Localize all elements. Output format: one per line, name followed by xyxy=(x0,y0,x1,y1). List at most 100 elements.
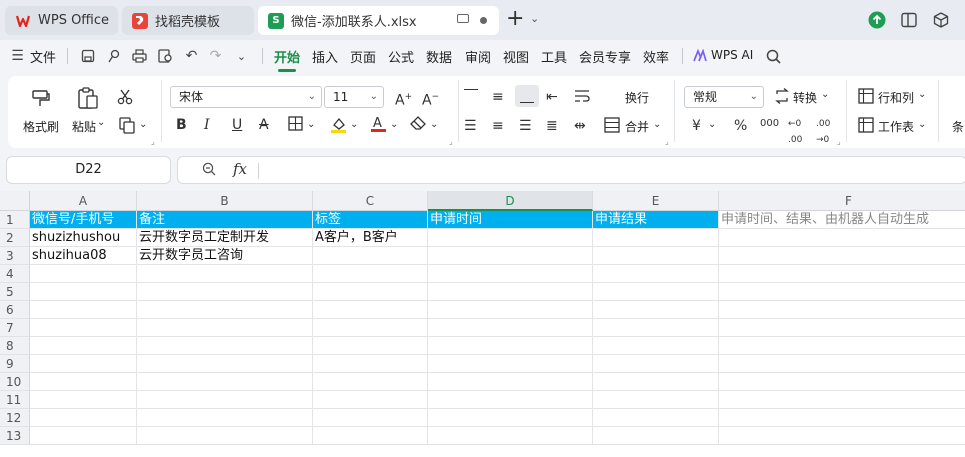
chevron-down-icon[interactable]: ⌄ xyxy=(139,119,147,130)
cell-f12[interactable] xyxy=(719,409,965,427)
cell-e5[interactable] xyxy=(593,283,719,301)
cell-c3[interactable] xyxy=(313,247,428,265)
wrap-label[interactable]: 换行 xyxy=(625,89,649,106)
unsaved-dot-icon[interactable] xyxy=(480,17,487,24)
decrease-font-icon[interactable]: A− xyxy=(422,89,439,109)
cell-b8[interactable] xyxy=(137,337,313,355)
row-header-7[interactable]: 7 xyxy=(0,319,30,337)
cell-b9[interactable] xyxy=(137,355,313,373)
row-header-3[interactable]: 3 xyxy=(0,247,30,265)
undo-icon[interactable]: ↶ xyxy=(184,49,199,64)
select-all-corner[interactable] xyxy=(0,191,30,211)
chevron-down-icon[interactable]: ⌄ xyxy=(918,119,926,130)
font-color-icon[interactable]: A xyxy=(370,115,387,137)
chevron-down-icon[interactable]: ⌄ xyxy=(918,89,926,100)
paste-icon[interactable] xyxy=(76,86,100,113)
cell-d4[interactable] xyxy=(428,265,593,283)
window-icon[interactable] xyxy=(457,14,469,23)
cell-e1[interactable]: 申请结果 xyxy=(593,211,719,229)
cell-f13[interactable] xyxy=(719,427,965,445)
spreadsheet-grid[interactable]: A B C D E F 1 微信号/手机号 备注 标签 申请时间 申请结果 申请时间、结果、由机器人自动… xyxy=(0,191,965,457)
cell-d1[interactable]: 申请时间 xyxy=(428,211,593,229)
copy-icon[interactable] xyxy=(118,116,136,137)
chevron-down-icon[interactable]: ⌄ xyxy=(307,119,315,130)
sidebar-toggle-icon[interactable] xyxy=(900,11,918,29)
cell-e3[interactable] xyxy=(593,247,719,265)
cell-a11[interactable] xyxy=(30,391,137,409)
format-painter-icon[interactable] xyxy=(30,86,52,111)
row-col-icon[interactable] xyxy=(858,88,874,108)
cell-a2[interactable]: shuzizhushou xyxy=(30,229,137,247)
row-header-11[interactable]: 11 xyxy=(0,391,30,409)
menu-home[interactable]: 开始 xyxy=(274,47,300,66)
fill-color-icon[interactable] xyxy=(330,116,347,137)
cell-e12[interactable] xyxy=(593,409,719,427)
print-icon[interactable] xyxy=(132,49,147,64)
export-pdf-icon[interactable] xyxy=(106,49,121,64)
menu-tools[interactable]: 工具 xyxy=(541,47,567,66)
print-preview-icon[interactable] xyxy=(158,49,173,64)
cell-f5[interactable] xyxy=(719,283,965,301)
percent-icon[interactable]: % xyxy=(734,118,747,134)
cell-f3[interactable] xyxy=(719,247,965,265)
row-header-5[interactable]: 5 xyxy=(0,283,30,301)
font-size-select[interactable]: 11 ⌄ xyxy=(324,86,384,108)
cube-icon[interactable] xyxy=(932,11,950,29)
search-icon[interactable] xyxy=(766,49,781,64)
number-format-select[interactable]: 常规 ⌄ xyxy=(684,86,764,108)
menu-data[interactable]: 数据 xyxy=(426,47,452,66)
eraser-icon[interactable] xyxy=(410,116,427,135)
align-top-icon[interactable]: ⎺ xyxy=(464,88,478,104)
menu-formula[interactable]: 公式 xyxy=(388,47,414,66)
cell-b11[interactable] xyxy=(137,391,313,409)
thousands-separator-icon[interactable]: 000 xyxy=(760,116,779,132)
row-header-1[interactable]: 1 xyxy=(0,211,30,229)
cell-d3[interactable] xyxy=(428,247,593,265)
column-header-b[interactable]: B xyxy=(137,191,313,211)
cell-d10[interactable] xyxy=(428,373,593,391)
menu-insert[interactable]: 插入 xyxy=(312,47,338,66)
cell-e10[interactable] xyxy=(593,373,719,391)
cell-a4[interactable] xyxy=(30,265,137,283)
menu-efficiency[interactable]: 效率 xyxy=(643,47,669,66)
decrease-decimal-icon[interactable]: .00 →0 xyxy=(816,116,830,148)
cell-a1[interactable]: 微信号/手机号 xyxy=(30,211,137,229)
name-box[interactable]: D22 xyxy=(6,156,171,184)
cell-b6[interactable] xyxy=(137,301,313,319)
cell-d9[interactable] xyxy=(428,355,593,373)
wrap-text-icon[interactable] xyxy=(574,88,590,108)
justify-icon[interactable]: ≣ xyxy=(546,118,558,134)
column-header-f[interactable]: F xyxy=(719,191,965,211)
cell-d13[interactable] xyxy=(428,427,593,445)
cell-a13[interactable] xyxy=(30,427,137,445)
chevron-down-icon[interactable]: ⌄ xyxy=(653,119,661,130)
cell-c7[interactable] xyxy=(313,319,428,337)
cell-d8[interactable] xyxy=(428,337,593,355)
menu-page[interactable]: 页面 xyxy=(350,47,376,66)
cell-f11[interactable] xyxy=(719,391,965,409)
bold-icon[interactable]: B xyxy=(176,117,187,133)
convert-label[interactable]: 转换 xyxy=(793,89,817,106)
cell-b12[interactable] xyxy=(137,409,313,427)
border-icon[interactable] xyxy=(288,116,303,135)
tab-workbook[interactable]: S 微信-添加联系人.xlsx xyxy=(258,6,499,35)
row-header-6[interactable]: 6 xyxy=(0,301,30,319)
cell-c10[interactable] xyxy=(313,373,428,391)
cell-b4[interactable] xyxy=(137,265,313,283)
cell-f6[interactable] xyxy=(719,301,965,319)
dialog-launcher-icon[interactable]: ⌟ xyxy=(151,137,155,146)
menu-wps-ai[interactable]: WPS AI xyxy=(711,48,753,62)
align-right-icon[interactable]: ☰ xyxy=(519,118,532,134)
cell-f9[interactable] xyxy=(719,355,965,373)
column-header-a[interactable]: A xyxy=(30,191,137,211)
cell-b13[interactable] xyxy=(137,427,313,445)
row-header-12[interactable]: 12 xyxy=(0,409,30,427)
merge-cells-icon[interactable] xyxy=(604,117,620,137)
row-header-8[interactable]: 8 xyxy=(0,337,30,355)
format-painter-label[interactable]: 格式刷 xyxy=(23,118,59,135)
row-header-13[interactable]: 13 xyxy=(0,427,30,445)
cell-c13[interactable] xyxy=(313,427,428,445)
row-col-label[interactable]: 行和列 xyxy=(878,89,914,106)
cell-e8[interactable] xyxy=(593,337,719,355)
cell-a6[interactable] xyxy=(30,301,137,319)
